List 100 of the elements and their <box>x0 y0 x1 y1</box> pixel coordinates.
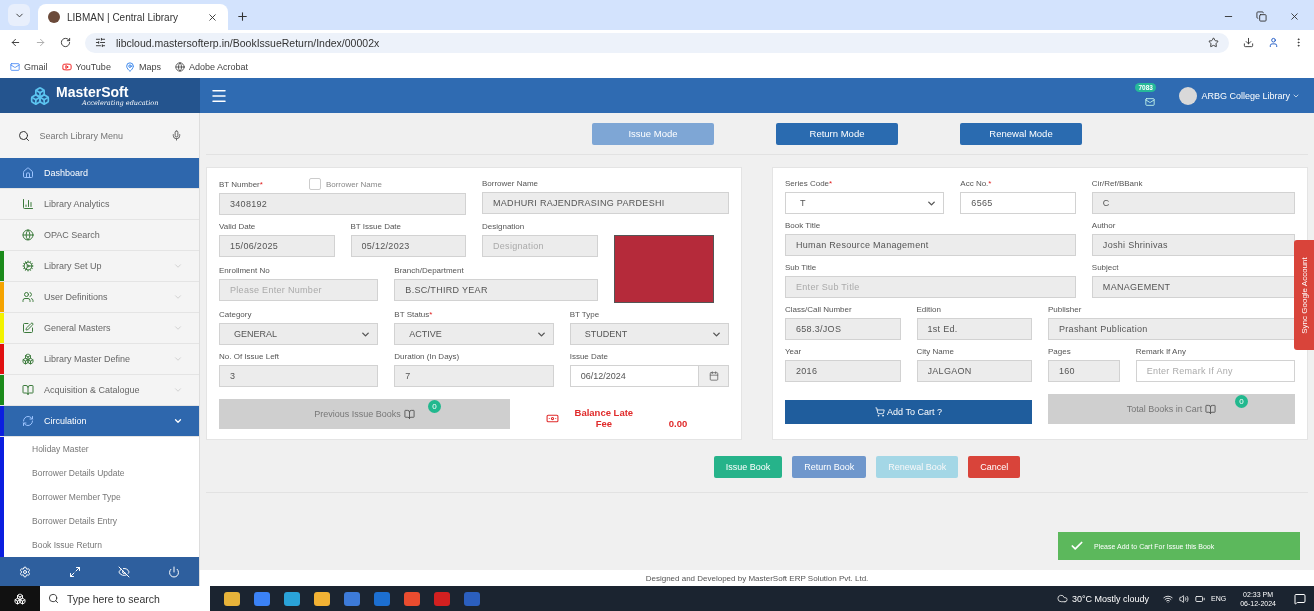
settings-icon[interactable] <box>18 565 31 578</box>
home-icon <box>22 167 34 179</box>
profile-icon[interactable] <box>1268 37 1279 48</box>
play-icon <box>61 61 72 72</box>
input-field[interactable]: B.SC/THIRD YEAR <box>394 279 598 301</box>
borrower-name-checkbox[interactable]: Borrower Name <box>308 178 382 190</box>
field-label: BT Issue Date <box>350 222 402 232</box>
dropdown[interactable]: STUDENT <box>569 323 729 345</box>
start-button[interactable] <box>0 586 40 611</box>
cart-icon <box>875 407 886 417</box>
field-label: Subject <box>1091 263 1119 273</box>
map-pin-icon <box>124 61 135 72</box>
search-field[interactable]: Search Library Menu <box>37 129 163 142</box>
eye-off-icon[interactable] <box>118 565 131 578</box>
sync-account-tab[interactable]: Sync Google Account <box>1294 240 1314 350</box>
field-label: BT Number* <box>219 180 263 190</box>
site-settings-icon <box>95 37 106 48</box>
field-label: Remark If Any <box>1135 347 1186 357</box>
input-field[interactable]: 05/12/2023 <box>350 235 466 257</box>
input-field[interactable]: 6565 <box>960 192 1076 214</box>
fullscreen-icon[interactable] <box>68 565 81 578</box>
mode-tab[interactable]: Renewal Mode <box>960 122 1082 145</box>
submenu-item[interactable]: Borrower Details Update <box>4 461 199 485</box>
sidebar-item[interactable]: Acquisition & Catalogue <box>0 375 199 406</box>
count-badge: 0 <box>1235 395 1248 408</box>
taskbar-app-icon[interactable] <box>344 591 360 606</box>
cloud-icon <box>1056 593 1068 604</box>
input-field[interactable]: Enter Sub Title <box>785 276 1076 298</box>
new-tab-icon[interactable] <box>236 10 249 23</box>
input-field[interactable]: 7 <box>394 365 554 387</box>
input-field[interactable]: MANAGEMENT <box>1091 276 1295 298</box>
input-field[interactable]: 1st Ed. <box>916 318 1032 340</box>
mail-icon <box>10 61 20 72</box>
input-field[interactable]: 3408192 <box>219 193 466 215</box>
bookmark-link[interactable]: Maps <box>124 61 161 72</box>
input-field[interactable]: 2016 <box>785 360 901 382</box>
input-field[interactable]: Designation <box>482 235 598 257</box>
mode-tab[interactable]: Return Mode <box>776 122 898 145</box>
dropdown[interactable]: T <box>785 192 945 214</box>
input-field[interactable]: JALGAON <box>916 360 1032 382</box>
taskbar-search-box[interactable]: Type here to search <box>40 586 210 611</box>
back-icon[interactable] <box>10 37 21 48</box>
input-field[interactable]: Human Resource Management <box>785 234 1076 256</box>
calendar-button[interactable] <box>699 365 729 387</box>
taskbar-app-icon[interactable] <box>224 591 240 606</box>
dropdown[interactable]: ACTIVE <box>394 323 554 345</box>
date-input[interactable]: 06/12/2024 <box>569 365 699 387</box>
close-icon[interactable] <box>207 11 218 23</box>
power-icon[interactable] <box>168 565 181 578</box>
address-bar[interactable]: libcloud.mastersofterp.in/BookIssueReturn/Index/00002x <box>85 32 1229 53</box>
close-icon[interactable] <box>1289 11 1300 22</box>
bookmark-link[interactable]: Gmail <box>10 61 48 72</box>
input-field[interactable]: 15/06/2025 <box>219 235 335 257</box>
browser-tab[interactable]: LIBMAN | Central Library <box>38 4 228 30</box>
battery-icon[interactable] <box>1195 593 1205 604</box>
dropdown[interactable]: GENERAL <box>219 323 379 345</box>
network-icon[interactable] <box>1163 593 1173 604</box>
taskbar-app-icon[interactable] <box>314 591 330 606</box>
input-field[interactable]: 658.3/JOS <box>785 318 901 340</box>
input-field[interactable]: 3 <box>219 365 379 387</box>
sidebar-item[interactable]: User Definitions <box>0 282 199 313</box>
taskbar-app-icon[interactable] <box>254 591 270 606</box>
sidebar-item[interactable]: Circulation <box>0 406 199 437</box>
input-field[interactable]: MADHURI RAJENDRASING PARDESHI <box>482 192 729 214</box>
taskbar-app-icon[interactable] <box>284 591 300 606</box>
search-icon <box>17 129 30 142</box>
input-field[interactable]: Prashant Publication <box>1048 318 1295 340</box>
sidebar-item[interactable]: General Masters <box>0 313 199 344</box>
user-menu[interactable]: ARBG College Library <box>1197 90 1304 101</box>
logo-mark-icon <box>30 85 50 106</box>
sidebar-item[interactable]: Library Set Up <box>0 251 199 282</box>
restore-icon[interactable] <box>1256 11 1267 22</box>
reload-icon[interactable] <box>60 37 71 48</box>
weather-text[interactable]: 30°C Mostly cloudy <box>1056 593 1149 604</box>
submenu-item[interactable]: Borrower Member Type <box>4 485 199 509</box>
sidebar-item[interactable]: Dashboard <box>0 158 199 189</box>
field-label: Edition <box>916 305 941 315</box>
fee-label: Balance Late Fee <box>573 407 635 429</box>
mail-icon <box>1145 96 1156 107</box>
chevron-down-icon <box>173 385 183 395</box>
action-button[interactable]: Cancel <box>968 456 1021 478</box>
submenu-item[interactable]: Book Issue Return <box>4 533 199 557</box>
star-icon[interactable] <box>1208 37 1219 48</box>
submenu-item[interactable]: Borrower Details Entry <box>4 509 199 533</box>
sidebar-item[interactable]: Library Master Define <box>0 344 199 375</box>
input-field[interactable]: C <box>1091 192 1295 214</box>
taskbar-app-icon[interactable] <box>404 591 420 606</box>
input-field[interactable]: 160 <box>1048 360 1120 382</box>
count-badge: 0 <box>427 400 441 413</box>
bookmark-link[interactable]: YouTube <box>61 61 111 72</box>
submenu-item[interactable]: Holiday Master <box>4 437 199 461</box>
input-field[interactable]: Joshi Shrinivas <box>1091 234 1295 256</box>
input-field[interactable]: Enter Remark If Any <box>1135 360 1295 382</box>
download-icon[interactable] <box>1243 37 1254 48</box>
input-field[interactable]: Please Enter Number <box>219 279 379 301</box>
bookmark-link[interactable]: Adobe Acrobat <box>174 61 248 72</box>
volume-icon[interactable] <box>1179 593 1189 604</box>
microphone-icon[interactable] <box>170 130 182 141</box>
add-to-cart-button[interactable]: Add To Cart ? <box>785 400 1032 424</box>
notifications-icon[interactable] <box>1294 592 1306 605</box>
